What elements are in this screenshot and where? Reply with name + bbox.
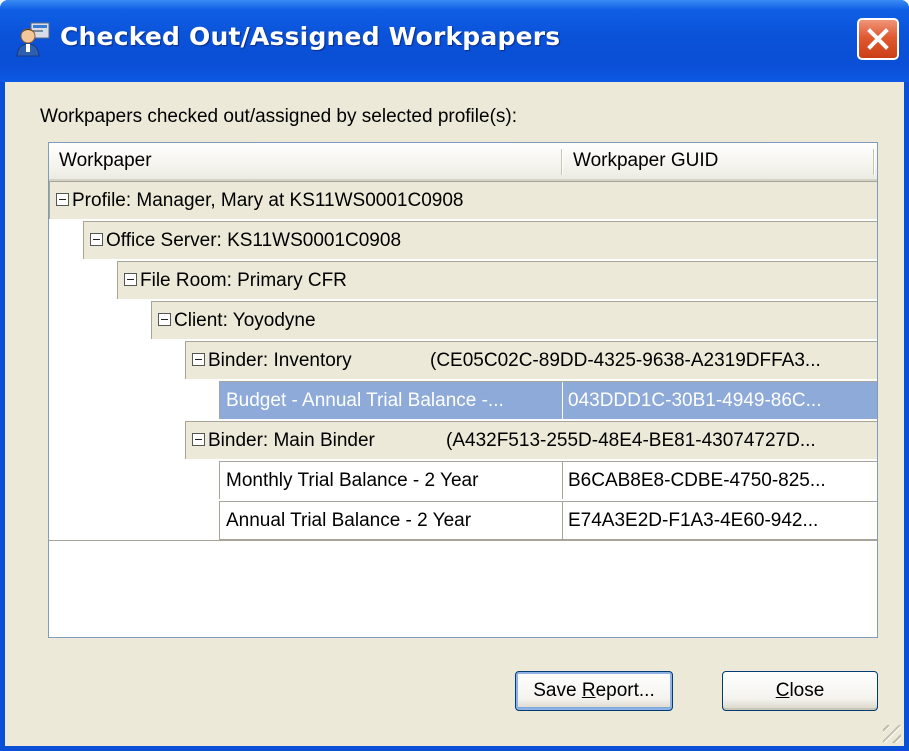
node-guid: (A432F513-255D-48E4-BE81-43074727D... — [446, 430, 816, 451]
collapse-icon[interactable] — [192, 353, 205, 367]
column-header-guid[interactable]: Workpaper GUID — [563, 143, 863, 179]
column-separator[interactable] — [873, 149, 875, 175]
title-bar[interactable]: Checked Out/Assigned Workpapers — [0, 0, 909, 82]
resize-grip[interactable] — [883, 725, 901, 743]
workpaper-tree[interactable]: Workpaper Workpaper GUID Profile: Manage… — [48, 142, 878, 638]
collapse-icon[interactable] — [56, 193, 69, 207]
collapse-icon[interactable] — [158, 313, 171, 327]
tree-leaf-monthly-trial-balance[interactable]: Monthly Trial Balance - 2 Year B6CAB8E8-… — [219, 461, 877, 499]
cell-divider — [562, 502, 563, 539]
node-guid: 043DDD1C-30B1-4949-86C... — [568, 390, 822, 411]
tree-node-client[interactable]: Client: Yoyodyne — [151, 301, 877, 339]
close-button[interactable]: Close — [722, 671, 878, 711]
node-label: Binder: Main Binder — [208, 430, 375, 451]
node-label: Budget - Annual Trial Balance -... — [226, 390, 504, 411]
node-label: Profile: Manager, Mary at KS11WS0001C090… — [72, 190, 464, 211]
dialog-client-area: Workpapers checked out/assigned by selec… — [5, 82, 904, 746]
close-label: lose — [789, 680, 825, 701]
save-report-label: Save — [533, 680, 582, 701]
node-guid: B6CAB8E8-CDBE-4750-825... — [568, 470, 826, 491]
save-report-label-rest: eport... — [595, 680, 655, 701]
tree-leaf-budget-annual-trial-balance[interactable]: Budget - Annual Trial Balance -... 043DD… — [219, 381, 877, 419]
window-title: Checked Out/Assigned Workpapers — [60, 22, 561, 51]
column-header-workpaper[interactable]: Workpaper — [49, 143, 559, 179]
tree-leaf-annual-trial-balance[interactable]: Annual Trial Balance - 2 Year E74A3E2D-F… — [219, 501, 877, 540]
close-icon — [867, 28, 889, 50]
dialog-window: Checked Out/Assigned Workpapers Workpape… — [0, 0, 909, 751]
collapse-icon[interactable] — [90, 233, 103, 247]
tree-node-file-room[interactable]: File Room: Primary CFR — [117, 261, 877, 299]
node-guid: E74A3E2D-F1A3-4E60-942... — [568, 510, 819, 531]
collapse-icon[interactable] — [192, 433, 205, 447]
collapse-icon[interactable] — [124, 273, 137, 287]
save-report-button[interactable]: Save Report... — [515, 671, 673, 711]
tree-node-office-server[interactable]: Office Server: KS11WS0001C0908 — [83, 221, 877, 259]
tree-node-binder-main[interactable]: Binder: Main Binder (A432F513-255D-48E4-… — [185, 421, 877, 459]
tree-header: Workpaper Workpaper GUID — [49, 143, 877, 181]
node-label: Client: Yoyodyne — [174, 310, 316, 331]
save-report-mnemonic: R — [581, 680, 596, 701]
node-label: Binder: Inventory — [208, 350, 352, 371]
close-window-button[interactable] — [857, 18, 899, 60]
node-label: Annual Trial Balance - 2 Year — [226, 510, 472, 531]
cell-divider — [562, 382, 563, 419]
close-mnemonic: C — [775, 680, 790, 701]
cell-divider — [562, 462, 563, 499]
tree-node-binder-inventory[interactable]: Binder: Inventory (CE05C02C-89DD-4325-96… — [185, 341, 877, 379]
prompt-label: Workpapers checked out/assigned by selec… — [40, 106, 518, 127]
tree-node-profile[interactable]: Profile: Manager, Mary at KS11WS0001C090… — [49, 181, 877, 219]
profile-workpaper-icon — [14, 20, 52, 58]
node-guid: (CE05C02C-89DD-4325-9638-A2319DFFA3... — [430, 350, 821, 371]
node-label: File Room: Primary CFR — [140, 270, 347, 291]
node-label: Office Server: KS11WS0001C0908 — [106, 230, 402, 251]
tree-bottom-rule — [49, 540, 877, 541]
node-label: Monthly Trial Balance - 2 Year — [226, 470, 479, 491]
